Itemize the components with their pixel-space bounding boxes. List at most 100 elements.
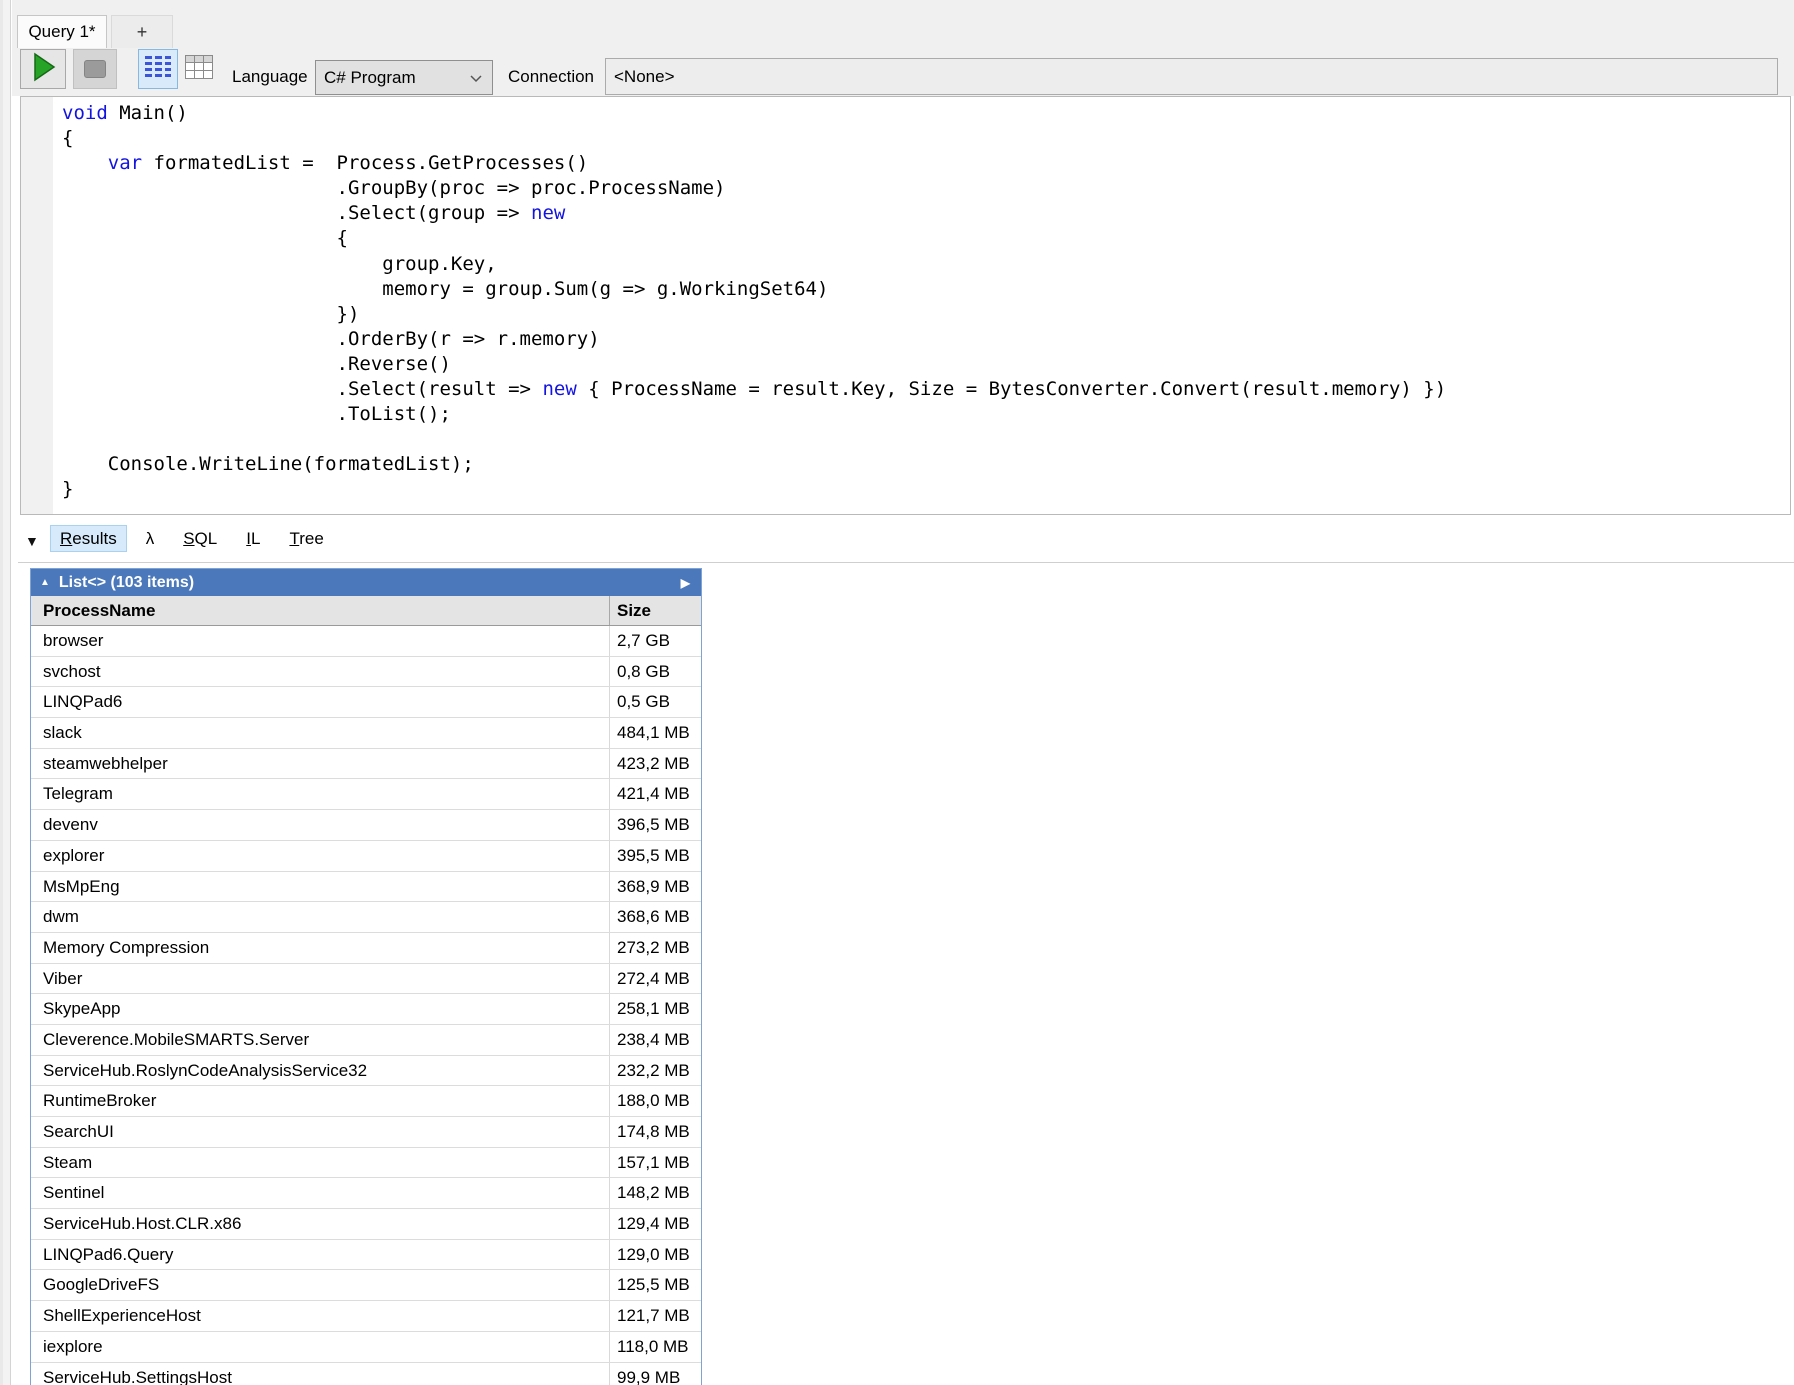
cell-size: 273,2 MB (610, 933, 701, 963)
cell-size: 157,1 MB (610, 1148, 701, 1178)
code-line: .OrderBy(r => r.memory) (62, 327, 1790, 352)
cell-processname: Memory Compression (31, 933, 610, 963)
cell-processname: slack (31, 718, 610, 748)
code-line (62, 427, 1790, 452)
table-title: List<> (103 items) (59, 574, 194, 592)
code-line: group.Key, (62, 252, 1790, 277)
cell-processname: iexplore (31, 1332, 610, 1362)
cell-size: 2,7 GB (610, 626, 701, 656)
cell-processname: LINQPad6 (31, 687, 610, 717)
code-line: } (62, 477, 1790, 502)
cell-processname: Steam (31, 1148, 610, 1178)
run-button[interactable] (20, 49, 66, 89)
cell-size: 148,2 MB (610, 1178, 701, 1208)
window-edge-splitter[interactable] (0, 0, 11, 1385)
cell-size: 395,5 MB (610, 841, 701, 871)
cell-processname: SkypeApp (31, 994, 610, 1024)
language-label: Language (232, 59, 308, 95)
triangle-right-icon[interactable]: ▶ (681, 577, 690, 589)
results-table: ▲ List<> (103 items) ▶ ProcessName Size … (30, 568, 702, 1385)
cell-size: 238,4 MB (610, 1025, 701, 1055)
cell-processname: MsMpEng (31, 872, 610, 902)
chevron-down-icon (470, 68, 482, 88)
cell-size: 0,5 GB (610, 687, 701, 717)
table-title-bar[interactable]: ▲ List<> (103 items) ▶ (31, 569, 701, 596)
cell-size: 118,0 MB (610, 1332, 701, 1362)
cell-size: 423,2 MB (610, 749, 701, 779)
rich-text-results-button[interactable] (138, 49, 178, 89)
cell-size: 272,4 MB (610, 964, 701, 994)
results-tab-results[interactable]: Results (50, 525, 127, 552)
cell-processname: steamwebhelper (31, 749, 610, 779)
cell-size: 174,8 MB (610, 1117, 701, 1147)
table-row: ServiceHub.SettingsHost99,9 MB (31, 1363, 701, 1385)
table-row: MsMpEng368,9 MB (31, 872, 701, 903)
connection-value: <None> (614, 67, 675, 87)
cell-processname: explorer (31, 841, 610, 871)
table-row: ServiceHub.RoslynCodeAnalysisService3223… (31, 1056, 701, 1087)
cell-size: 129,0 MB (610, 1240, 701, 1270)
cell-processname: dwm (31, 902, 610, 932)
query-tab[interactable]: Query 1* (17, 15, 107, 48)
table-row: LINQPad60,5 GB (31, 687, 701, 718)
code-editor[interactable]: void Main(){ var formatedList = Process.… (20, 96, 1791, 515)
code-line: .Select(group => new (62, 201, 1790, 226)
results-tab-strip: ▼ Results λ SQL IL Tree (12, 521, 1794, 562)
column-header-size: Size (610, 596, 701, 625)
code-line: memory = group.Sum(g => g.WorkingSet64) (62, 277, 1790, 302)
triangle-down-icon[interactable]: ▼ (25, 534, 39, 548)
table-row: SkypeApp258,1 MB (31, 994, 701, 1025)
cell-size: 129,4 MB (610, 1209, 701, 1239)
table-row: GoogleDriveFS125,5 MB (31, 1270, 701, 1301)
cell-processname: GoogleDriveFS (31, 1270, 610, 1300)
cell-processname: svchost (31, 657, 610, 687)
table-row: devenv396,5 MB (31, 810, 701, 841)
cell-processname: Cleverence.MobileSMARTS.Server (31, 1025, 610, 1055)
results-tab-il[interactable]: IL (236, 525, 270, 552)
results-tab-tree[interactable]: Tree (279, 525, 333, 552)
triangle-up-icon[interactable]: ▲ (40, 578, 50, 588)
cell-size: 396,5 MB (610, 810, 701, 840)
table-row: browser2,7 GB (31, 626, 701, 657)
linqpad-window: Query 1* + (0, 0, 1794, 1385)
table-row: Memory Compression273,2 MB (31, 933, 701, 964)
code-line: { (62, 126, 1790, 151)
data-grid-results-button[interactable] (182, 49, 216, 89)
new-query-tab[interactable]: + (111, 15, 173, 48)
cell-processname: Viber (31, 964, 610, 994)
code-line: Console.WriteLine(formatedList); (62, 452, 1790, 477)
table-row: ShellExperienceHost121,7 MB (31, 1301, 701, 1332)
stop-button[interactable] (73, 49, 117, 89)
table-row: slack484,1 MB (31, 718, 701, 749)
results-divider (18, 562, 1794, 563)
stop-icon (84, 60, 106, 78)
table-row: RuntimeBroker188,0 MB (31, 1086, 701, 1117)
cell-size: 258,1 MB (610, 994, 701, 1024)
cell-size: 121,7 MB (610, 1301, 701, 1331)
cell-size: 0,8 GB (610, 657, 701, 687)
code-line: .GroupBy(proc => proc.ProcessName) (62, 176, 1790, 201)
table-row: Cleverence.MobileSMARTS.Server238,4 MB (31, 1025, 701, 1056)
results-tab-sql[interactable]: SQL (173, 525, 227, 552)
code-line: }) (62, 302, 1790, 327)
connection-select[interactable]: <None> (605, 58, 1778, 95)
query-tab-label: Query 1* (28, 22, 95, 42)
cell-size: 125,5 MB (610, 1270, 701, 1300)
cell-size: 484,1 MB (610, 718, 701, 748)
table-row: iexplore118,0 MB (31, 1332, 701, 1363)
connection-label: Connection (508, 59, 594, 95)
rich-text-results-icon (144, 53, 172, 86)
table-row: svchost0,8 GB (31, 657, 701, 688)
code-editor-text[interactable]: void Main(){ var formatedList = Process.… (53, 101, 1790, 503)
language-select[interactable]: C# Program (315, 60, 493, 95)
results-tab-λ[interactable]: λ (136, 525, 165, 552)
editor-selection-margin[interactable] (21, 97, 53, 514)
table-row: Sentinel148,2 MB (31, 1178, 701, 1209)
column-header-processname: ProcessName (31, 596, 610, 625)
table-row: Telegram421,4 MB (31, 779, 701, 810)
code-line: .Select(result => new { ProcessName = re… (62, 377, 1790, 402)
cell-processname: browser (31, 626, 610, 656)
cell-size: 188,0 MB (610, 1086, 701, 1116)
results-tabs: Results λ SQL IL Tree (50, 525, 343, 552)
query-tab-bar: Query 1* + (12, 0, 1794, 48)
